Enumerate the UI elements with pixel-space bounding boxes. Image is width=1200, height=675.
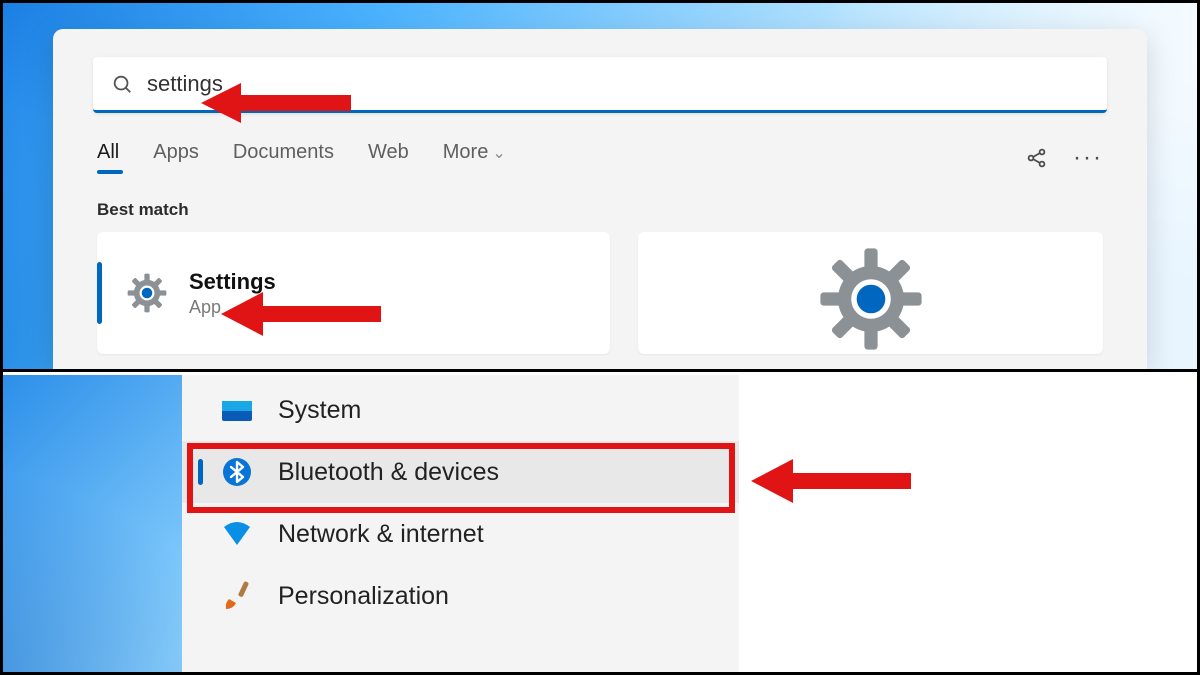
nav-bluetooth-devices[interactable]: Bluetooth & devices [182, 441, 739, 503]
tab-apps[interactable]: Apps [153, 141, 199, 174]
nav-label: Personalization [278, 582, 449, 611]
result-settings[interactable]: Settings App [97, 232, 610, 354]
nav-system[interactable]: System [182, 379, 739, 441]
search-icon [111, 73, 133, 95]
result-title: Settings [189, 269, 276, 295]
nav-network-internet[interactable]: Network & internet [182, 503, 739, 565]
result-subtitle: App [189, 297, 276, 318]
wifi-icon [222, 519, 252, 549]
gear-icon [125, 271, 169, 315]
tutorial-composite: All Apps Documents Web More⌄ ··· [0, 0, 1200, 675]
settings-content-area [739, 375, 1197, 672]
tab-web[interactable]: Web [368, 141, 409, 174]
tab-more[interactable]: More⌄ [443, 141, 506, 174]
nav-label: Network & internet [278, 520, 484, 549]
search-input[interactable] [147, 71, 1089, 97]
tab-more-label: More [443, 141, 489, 163]
more-icon[interactable]: ··· [1073, 144, 1103, 172]
share-icon[interactable] [1025, 146, 1049, 170]
nav-label: Bluetooth & devices [278, 458, 499, 487]
result-preview-pane [638, 232, 1103, 354]
bluetooth-icon [222, 457, 252, 487]
nav-label: System [278, 396, 361, 425]
search-flyout-screenshot: All Apps Documents Web More⌄ ··· [3, 3, 1197, 372]
tab-all[interactable]: All [97, 141, 119, 174]
search-bar[interactable] [93, 57, 1107, 113]
chevron-down-icon: ⌄ [492, 145, 505, 162]
nav-personalization[interactable]: Personalization [182, 565, 739, 627]
results-row: Settings App [97, 232, 1103, 354]
system-icon [222, 395, 252, 425]
tab-documents[interactable]: Documents [233, 141, 334, 174]
search-tabs: All Apps Documents Web More⌄ ··· [97, 141, 1103, 174]
gear-icon [816, 244, 926, 354]
search-window: All Apps Documents Web More⌄ ··· [53, 29, 1147, 369]
settings-sidebar-screenshot: System Bluetooth & devices Network [3, 375, 1197, 672]
best-match-heading: Best match [97, 200, 1147, 220]
settings-nav: System Bluetooth & devices Network [182, 375, 739, 672]
paintbrush-icon [222, 581, 252, 611]
